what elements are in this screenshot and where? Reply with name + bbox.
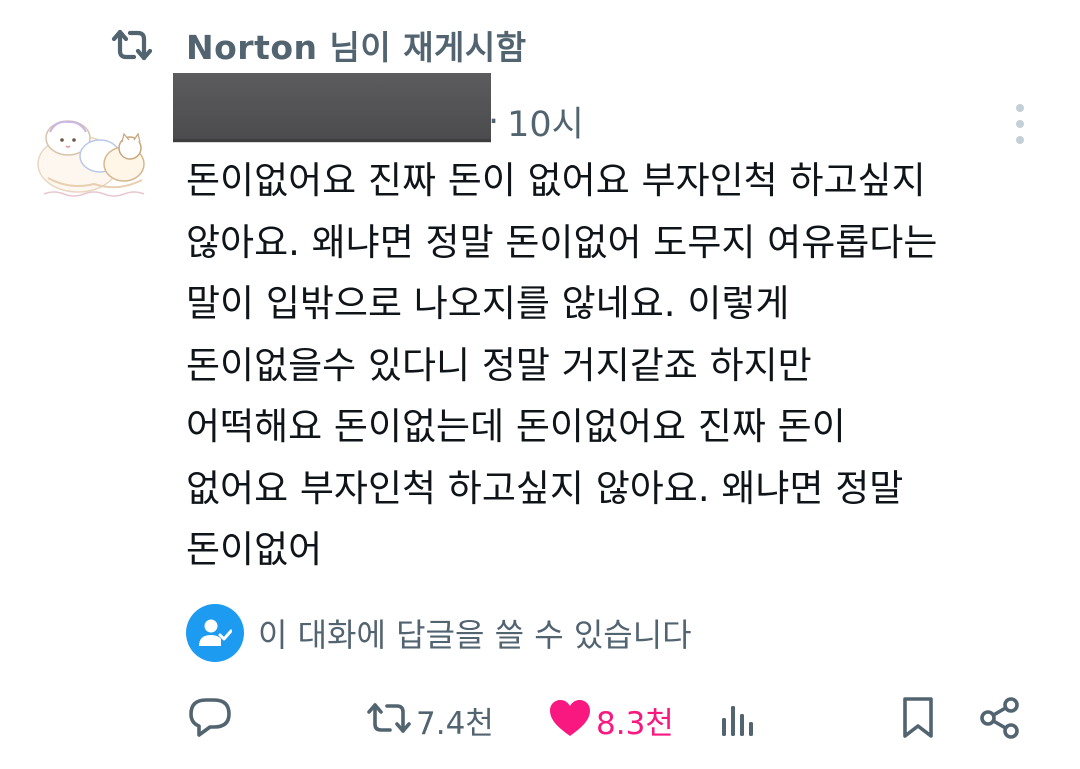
repost-header[interactable]: Norton 님이 재게시함 bbox=[108, 22, 527, 68]
more-dot bbox=[1016, 104, 1024, 112]
reply-icon bbox=[188, 697, 232, 743]
reply-restriction-label: 이 대화에 답글을 쓸 수 있습니다 bbox=[258, 616, 692, 654]
views-icon bbox=[720, 698, 756, 742]
time-label: 10시 bbox=[507, 105, 584, 145]
avatar[interactable] bbox=[30, 108, 154, 204]
reply-button[interactable] bbox=[188, 690, 232, 750]
bookmark-button[interactable] bbox=[900, 690, 936, 750]
share-icon bbox=[978, 696, 1022, 744]
repost-icon bbox=[366, 701, 412, 739]
repost-icon bbox=[108, 22, 156, 68]
post-line: 말이 입밖으로 나오지를 않네요. 이렇게 bbox=[186, 282, 790, 325]
person-check-icon bbox=[186, 604, 244, 662]
more-dot bbox=[1016, 136, 1024, 144]
redacted-username bbox=[173, 73, 491, 142]
post-line: 돈이없어요 진짜 돈이 없어요 부자인척 하고싶지 bbox=[186, 159, 926, 202]
bookmark-icon bbox=[900, 696, 936, 744]
post-line: 어떡해요 돈이없는데 돈이없어요 진짜 돈이 bbox=[186, 405, 846, 448]
repost-count: 7.4천 bbox=[416, 705, 494, 742]
like-button[interactable]: 8.3천 bbox=[548, 690, 674, 750]
heart-icon bbox=[548, 698, 592, 742]
more-dot bbox=[1016, 120, 1024, 128]
post-text: 돈이없어요 진짜 돈이 없어요 부자인척 하고싶지 않아요. 왜냐면 정말 돈이… bbox=[186, 150, 1056, 581]
repost-button[interactable]: 7.4천 bbox=[366, 690, 494, 750]
reply-restriction: 이 대화에 답글을 쓸 수 있습니다 bbox=[186, 604, 692, 662]
time-separator: · bbox=[488, 101, 500, 142]
post-line: 돈이없을수 있다니 정말 거지같죠 하지만 bbox=[186, 343, 812, 387]
share-button[interactable] bbox=[978, 690, 1022, 750]
views-button[interactable] bbox=[720, 690, 756, 750]
action-bar: 7.4천 8.3천 bbox=[0, 690, 1080, 750]
like-count: 8.3천 bbox=[596, 705, 674, 742]
more-options-icon[interactable] bbox=[1008, 104, 1032, 144]
post-line: 않아요. 왜냐면 정말 돈이없어 도무지 여유롭다는 bbox=[186, 220, 938, 264]
repost-label: Norton 님이 재게시함 bbox=[186, 28, 527, 67]
post-line: 돈이없어 bbox=[186, 528, 323, 571]
post-time[interactable]: · 10시 bbox=[488, 96, 584, 147]
post-line: 없어요 부자인척 하고싶지 않아요. 왜냐면 정말 bbox=[186, 466, 904, 510]
